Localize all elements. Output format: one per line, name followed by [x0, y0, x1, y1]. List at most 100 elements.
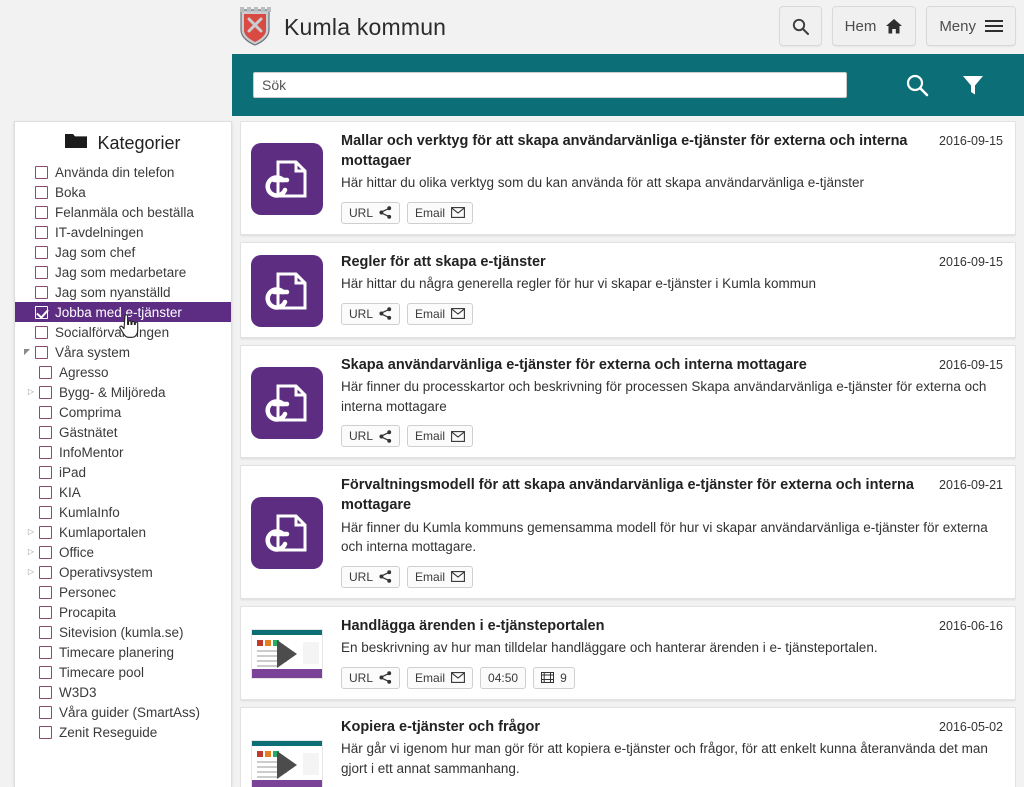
sidebar-item-jobba-med-e-tj-nster[interactable]: Jobba med e-tjänster — [15, 302, 231, 322]
result-title[interactable]: Kopiera e-tjänster och frågor — [341, 718, 540, 738]
email-button[interactable]: Email — [407, 425, 474, 448]
sidebar-item-office[interactable]: ▷ Office — [15, 542, 231, 562]
result-card[interactable]: Förvaltningsmodell för att skapa använda… — [240, 465, 1016, 599]
category-checkbox[interactable] — [35, 225, 48, 239]
category-checkbox[interactable] — [39, 605, 52, 619]
sidebar-item-personec[interactable]: Personec — [15, 582, 231, 602]
search-submit-button[interactable] — [889, 73, 945, 97]
sidebar-item-operativsystem[interactable]: ▷ Operativsystem — [15, 562, 231, 582]
chevron-right-icon[interactable]: ▷ — [23, 548, 39, 556]
email-button[interactable]: Email — [407, 666, 474, 689]
sidebar-item-kia[interactable]: KIA — [15, 482, 231, 502]
duration-label: 04:50 — [488, 670, 519, 685]
result-thumbnail[interactable] — [251, 356, 323, 448]
result-thumbnail[interactable] — [251, 718, 323, 787]
category-checkbox[interactable] — [39, 385, 52, 399]
search-button[interactable] — [778, 6, 822, 46]
search-input[interactable] — [253, 72, 847, 98]
result-thumbnail[interactable] — [251, 476, 323, 587]
chevron-right-icon[interactable]: ▷ — [23, 388, 39, 396]
sidebar-item-felanm-la-och-best-lla[interactable]: Felanmäla och beställa — [15, 202, 231, 222]
chevron-right-icon[interactable]: ▷ — [23, 528, 39, 536]
category-checkbox[interactable] — [39, 445, 52, 459]
email-button[interactable]: Email — [407, 302, 474, 325]
sidebar-item-procapita[interactable]: Procapita — [15, 602, 231, 622]
sidebar-item-it-avdelningen[interactable]: IT-avdelningen — [15, 222, 231, 242]
filter-button[interactable] — [945, 73, 1001, 97]
result-title[interactable]: Förvaltningsmodell för att skapa använda… — [341, 476, 933, 515]
sidebar-item-infomentor[interactable]: InfoMentor — [15, 442, 231, 462]
sidebar-item-anv-nd-din-telefon[interactable]: Användа din telefon — [15, 162, 231, 182]
sidebar-item-boka[interactable]: Boka — [15, 182, 231, 202]
chevron-right-icon[interactable]: ▷ — [23, 568, 39, 576]
category-checkbox[interactable] — [35, 345, 48, 359]
result-card[interactable]: Kopiera e-tjänster och frågor 2016-05-02 H… — [240, 706, 1016, 787]
video-thumbnail[interactable] — [251, 739, 323, 787]
menu-button[interactable]: Meny — [926, 6, 1016, 46]
sidebar-item-agresso[interactable]: Agresso — [15, 362, 231, 382]
result-card[interactable]: Mallar och verktyg för att skapa använda… — [240, 121, 1016, 235]
sidebar-item-sitevision-kumla-se[interactable]: Sitevision (kumla.se) — [15, 622, 231, 642]
category-checkbox[interactable] — [39, 505, 52, 519]
url-button[interactable]: URL — [341, 565, 401, 588]
category-checkbox[interactable] — [35, 325, 48, 339]
sidebar-item-timecare-planering[interactable]: Timecare planering — [15, 642, 231, 662]
url-button[interactable]: URL — [341, 666, 401, 689]
result-card[interactable]: Regler för att skapa e-tjänster 2016-09-1… — [240, 241, 1016, 338]
category-checkbox[interactable] — [39, 585, 52, 599]
category-checkbox[interactable] — [39, 705, 52, 719]
email-button[interactable]: Email — [407, 201, 474, 224]
result-title[interactable]: Handlägga ärenden i e-tjänsteportalen — [341, 617, 604, 637]
category-checkbox[interactable] — [35, 305, 48, 319]
sidebar-item-v-ra-guider-smartass[interactable]: Våra guider (SmartAss) — [15, 702, 231, 722]
sidebar-item-g-stn-tet[interactable]: Gästnätet — [15, 422, 231, 442]
category-checkbox[interactable] — [35, 165, 48, 179]
sidebar-item-jag-som-medarbetare[interactable]: Jag som medarbetare — [15, 262, 231, 282]
category-checkbox[interactable] — [35, 265, 48, 279]
category-checkbox[interactable] — [39, 625, 52, 639]
result-title[interactable]: Mallar och verktyg för att skapa använda… — [341, 132, 933, 171]
category-checkbox[interactable] — [35, 245, 48, 259]
category-checkbox[interactable] — [35, 205, 48, 219]
category-checkbox[interactable] — [39, 405, 52, 419]
result-card[interactable]: Handlägga ärenden i e-tjänsteportalen 201… — [240, 605, 1016, 700]
email-button[interactable]: Email — [407, 565, 474, 588]
sidebar-item-comprima[interactable]: Comprima — [15, 402, 231, 422]
url-button[interactable]: URL — [341, 302, 401, 325]
sidebar-item-v-ra-system[interactable]: ◢ Våra system — [15, 342, 231, 362]
category-checkbox[interactable] — [39, 425, 52, 439]
result-title[interactable]: Regler för att skapa e-tjänster — [341, 253, 546, 273]
category-checkbox[interactable] — [35, 185, 48, 199]
sidebar-item-timecare-pool[interactable]: Timecare pool — [15, 662, 231, 682]
home-button[interactable]: Hem — [831, 6, 917, 46]
category-checkbox[interactable] — [35, 285, 48, 299]
category-checkbox[interactable] — [39, 465, 52, 479]
result-card[interactable]: Skapa användarvänliga e-tjänster för ext… — [240, 344, 1016, 459]
result-thumbnail[interactable] — [251, 253, 323, 327]
sidebar-item-jag-som-nyanst-lld[interactable]: Jag som nyanställd — [15, 282, 231, 302]
sidebar-item-w3d3[interactable]: W3D3 — [15, 682, 231, 702]
url-button[interactable]: URL — [341, 425, 401, 448]
sidebar-item-kumlainfo[interactable]: KumlaInfo — [15, 502, 231, 522]
sidebar-item-jag-som-chef[interactable]: Jag som chef — [15, 242, 231, 262]
result-thumbnail[interactable] — [251, 132, 323, 224]
result-thumbnail[interactable] — [251, 617, 323, 689]
category-checkbox[interactable] — [39, 685, 52, 699]
sidebar-item-ipad[interactable]: iPad — [15, 462, 231, 482]
category-checkbox[interactable] — [39, 525, 52, 539]
category-checkbox[interactable] — [39, 665, 52, 679]
category-checkbox[interactable] — [39, 485, 52, 499]
category-checkbox[interactable] — [39, 645, 52, 659]
url-button[interactable]: URL — [341, 201, 401, 224]
category-checkbox[interactable] — [39, 545, 52, 559]
category-checkbox[interactable] — [39, 565, 52, 579]
video-thumbnail[interactable] — [251, 628, 323, 679]
sidebar-item-socialf-rvaltningen[interactable]: Socialförvaltningen — [15, 322, 231, 342]
sidebar-item-bygg-milj-reda[interactable]: ▷ Bygg- & Miljöreda — [15, 382, 231, 402]
category-checkbox[interactable] — [39, 725, 52, 739]
category-checkbox[interactable] — [39, 365, 52, 379]
sidebar-item-zenit-reseguide[interactable]: Zenit Reseguide — [15, 722, 231, 742]
sidebar-item-kumlaportalen[interactable]: ▷ Kumlaportalen — [15, 522, 231, 542]
result-title[interactable]: Skapa användarvänliga e-tjänster för ext… — [341, 356, 807, 376]
chevron-down-icon[interactable]: ◢ — [19, 348, 35, 357]
